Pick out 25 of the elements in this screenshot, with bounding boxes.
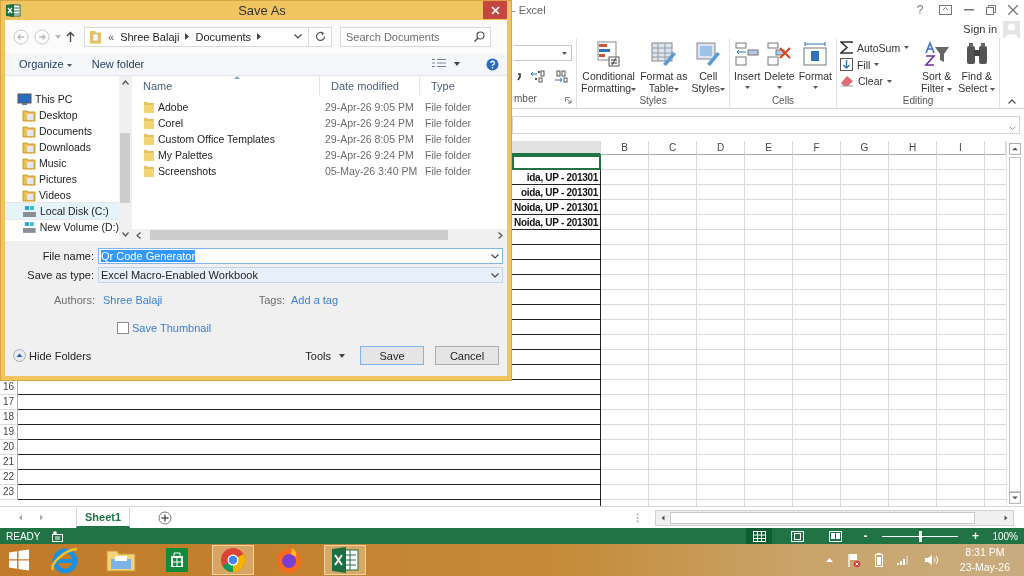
dialog-title: Save As (237, 3, 287, 18)
table-cell: oida, UP - 201301 (521, 187, 598, 198)
group-label: Styles (639, 94, 667, 108)
table-cell: ida, UP - 201301 (526, 172, 598, 183)
file-type: File folder (424, 165, 473, 177)
field-label: File name: (41, 250, 95, 262)
group-label: mber (514, 92, 537, 106)
file-date: 29-Apr-26 9:24 PM (324, 117, 415, 129)
group-label: Editing (902, 94, 934, 108)
table-cell: Noida, UP - 201301 (514, 217, 598, 228)
field-label: Tags: (257, 294, 285, 306)
table-cell: Noida, UP - 201301 (514, 202, 598, 213)
file-type: File folder (424, 149, 473, 161)
file-date: 29-Apr-26 8:05 PM (324, 133, 415, 145)
file-type: File folder (424, 133, 473, 145)
window-title: - Excel (512, 4, 547, 16)
field-label: Save as type: (26, 269, 95, 281)
file-date: 05-May-26 3:40 PM (324, 165, 419, 177)
field-label: Authors: (53, 294, 95, 306)
file-type: File folder (424, 101, 473, 113)
file-type: File folder (424, 117, 473, 129)
status-text: READY (6, 530, 41, 542)
group-label: Cells (771, 94, 795, 108)
file-date: 29-Apr-26 9:24 PM (324, 149, 415, 161)
file-date: 29-Apr-26 9:05 PM (324, 101, 415, 113)
